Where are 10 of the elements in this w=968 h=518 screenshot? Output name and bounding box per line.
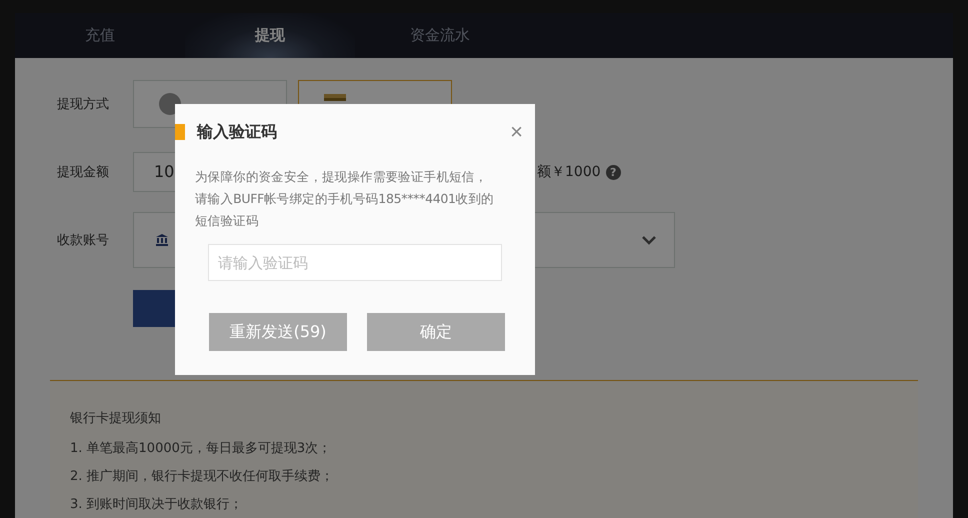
notice-title: 银行卡提现须知 [70, 410, 162, 427]
field-label: 提现方式 [57, 96, 110, 113]
dialog-message: 为保障你的资金安全，提现操作需要验证手机短信，请输入BUFF帐号绑定的手机号码185****4401收到的短信验证码 [195, 168, 495, 230]
field-label: 提现金额 [57, 164, 110, 181]
notice-item: 1. 单笔最高10000元，每日最多可提现3次； [70, 440, 332, 458]
dialog-title: 输入验证码 [197, 122, 277, 142]
notice-item: 2. 推广期间，银行卡提现不收任何取手续费； [70, 468, 335, 486]
notice-item: 3. 到账时间取决于收款银行； [70, 496, 244, 514]
field-label: 收款账号 [57, 232, 110, 249]
balance-note: 额￥1000 [537, 163, 601, 181]
